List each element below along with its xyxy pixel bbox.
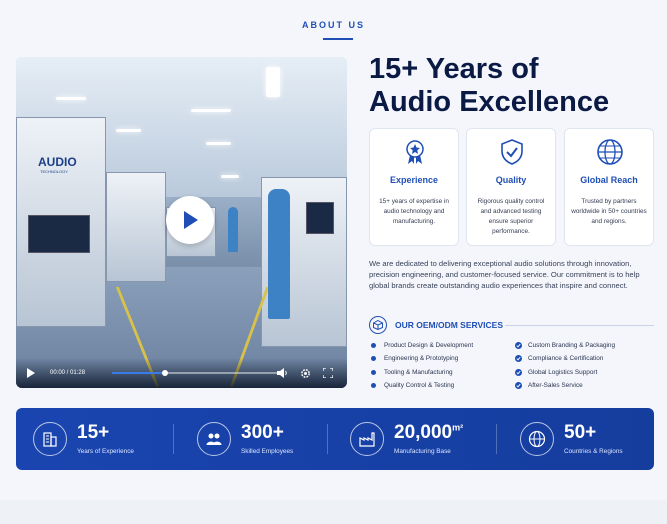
building-icon xyxy=(33,422,67,456)
bullet-icon xyxy=(371,356,376,361)
award-ribbon-icon xyxy=(406,140,424,164)
play-icon xyxy=(184,211,198,229)
service-label: After-Sales Service xyxy=(528,382,583,389)
check-icon xyxy=(515,369,522,376)
service-item: Compliance & Certification xyxy=(515,355,603,362)
stat-value: 20,000m² xyxy=(394,422,464,443)
stat-label: Years of Experience xyxy=(77,448,134,455)
ceiling-light xyxy=(221,175,239,178)
shield-check-icon xyxy=(501,139,523,165)
feature-description: Trusted by partners worldwide in 50+ cou… xyxy=(571,198,647,225)
feature-card-global-reach: Global Reach Trusted by partners worldwi… xyxy=(564,128,654,246)
feature-title: Quality xyxy=(495,175,527,185)
service-item: Custom Branding & Packaging xyxy=(515,342,615,349)
fullscreen-icon xyxy=(323,368,333,378)
feature-card-experience: Experience 15+ years of expertise in aud… xyxy=(369,128,459,246)
feature-title: Experience xyxy=(389,175,439,185)
service-label: Global Logistics Support xyxy=(528,369,598,376)
stat-label: Manufacturing Base xyxy=(394,448,451,455)
service-label: Tooling & Manufacturing xyxy=(384,369,453,376)
service-label: Compliance & Certification xyxy=(528,355,604,362)
factory-icon xyxy=(350,422,384,456)
team-icon xyxy=(197,422,231,456)
settings-button[interactable] xyxy=(298,366,312,380)
service-label: Product Design & Development xyxy=(384,342,474,349)
stats-banner: 15+ Years of Experience 300+ Skilled Emp… xyxy=(16,408,654,470)
ceiling-light xyxy=(206,142,231,145)
check-icon xyxy=(515,342,522,349)
video-play-button[interactable] xyxy=(166,196,214,244)
ceiling-light xyxy=(56,97,86,100)
service-item: Engineering & Prototyping xyxy=(371,355,458,362)
stat-label: Countries & Regions xyxy=(564,448,623,455)
bullet-icon xyxy=(371,370,376,375)
service-item: Quality Control & Testing xyxy=(371,382,454,389)
feature-description: Rigorous quality control and advanced te… xyxy=(477,198,545,235)
video-controls: 00:00 / 01:28 xyxy=(16,358,347,388)
stat-label: Skilled Employees xyxy=(241,448,294,455)
stat-unit: m² xyxy=(452,422,464,433)
stat-value: 300+ xyxy=(241,422,284,443)
bullet-icon xyxy=(371,383,376,388)
monitor-screen xyxy=(28,215,90,253)
production-machine xyxy=(106,172,166,282)
title-line-1: 15+ Years of xyxy=(369,53,539,85)
gear-icon xyxy=(300,368,310,378)
feature-title: Global Reach xyxy=(580,175,638,185)
factory-video[interactable]: AUDIO TECHNOLOGY 00:00 / 01:28 xyxy=(16,57,347,388)
worker-figure xyxy=(268,189,290,319)
stat-value: 50+ xyxy=(564,422,597,443)
service-label: Quality Control & Testing xyxy=(384,382,455,389)
stat-value: 15+ xyxy=(77,422,110,443)
monitor-screen xyxy=(306,202,334,234)
volume-button[interactable] xyxy=(276,366,290,380)
eyebrow-underline xyxy=(323,38,353,40)
service-item: After-Sales Service xyxy=(515,382,583,389)
check-icon xyxy=(515,382,522,389)
video-progress-thumb[interactable] xyxy=(161,370,168,376)
video-progress-fill xyxy=(112,372,165,374)
globe-icon xyxy=(520,422,554,456)
stat-divider xyxy=(327,424,328,454)
ceiling-light xyxy=(266,67,280,97)
service-label: Engineering & Prototyping xyxy=(384,355,459,362)
page-title: 15+ Years of Audio Excellence xyxy=(369,53,659,119)
control-play-button[interactable] xyxy=(26,366,40,380)
machine-brand-sublabel: TECHNOLOGY xyxy=(40,169,69,174)
check-icon xyxy=(515,355,522,362)
globe-icon xyxy=(597,139,623,165)
intro-paragraph: We are dedicated to delivering exception… xyxy=(369,259,640,290)
service-item: Global Logistics Support xyxy=(515,369,597,376)
services-header: OUR OEM/ODM SERVICES xyxy=(369,316,654,336)
play-icon xyxy=(27,368,35,378)
section-eyebrow: ABOUT US xyxy=(302,20,365,30)
feature-card-quality: Quality Rigorous quality control and adv… xyxy=(466,128,556,246)
cube-icon xyxy=(369,316,387,334)
volume-icon xyxy=(277,368,287,378)
service-item: Product Design & Development xyxy=(371,342,473,349)
stat-divider xyxy=(496,424,497,454)
ceiling-light xyxy=(116,129,141,132)
machine-brand-label: AUDIO xyxy=(38,155,77,169)
ceiling-light xyxy=(191,109,231,112)
service-item: Tooling & Manufacturing xyxy=(371,369,453,376)
feature-description: 15+ years of expertise in audio technolo… xyxy=(379,198,449,225)
bullet-icon xyxy=(371,343,376,348)
services-title: OUR OEM/ODM SERVICES xyxy=(395,320,503,330)
services-divider xyxy=(505,325,654,326)
video-time: 00:00 / 01:28 xyxy=(50,370,86,376)
fullscreen-button[interactable] xyxy=(321,366,335,380)
service-label: Custom Branding & Packaging xyxy=(528,342,616,349)
title-line-2: Audio Excellence xyxy=(369,86,610,118)
footer-band xyxy=(0,500,667,524)
worker-figure xyxy=(228,207,238,252)
stat-divider xyxy=(173,424,174,454)
video-progress-bar[interactable] xyxy=(112,370,282,376)
